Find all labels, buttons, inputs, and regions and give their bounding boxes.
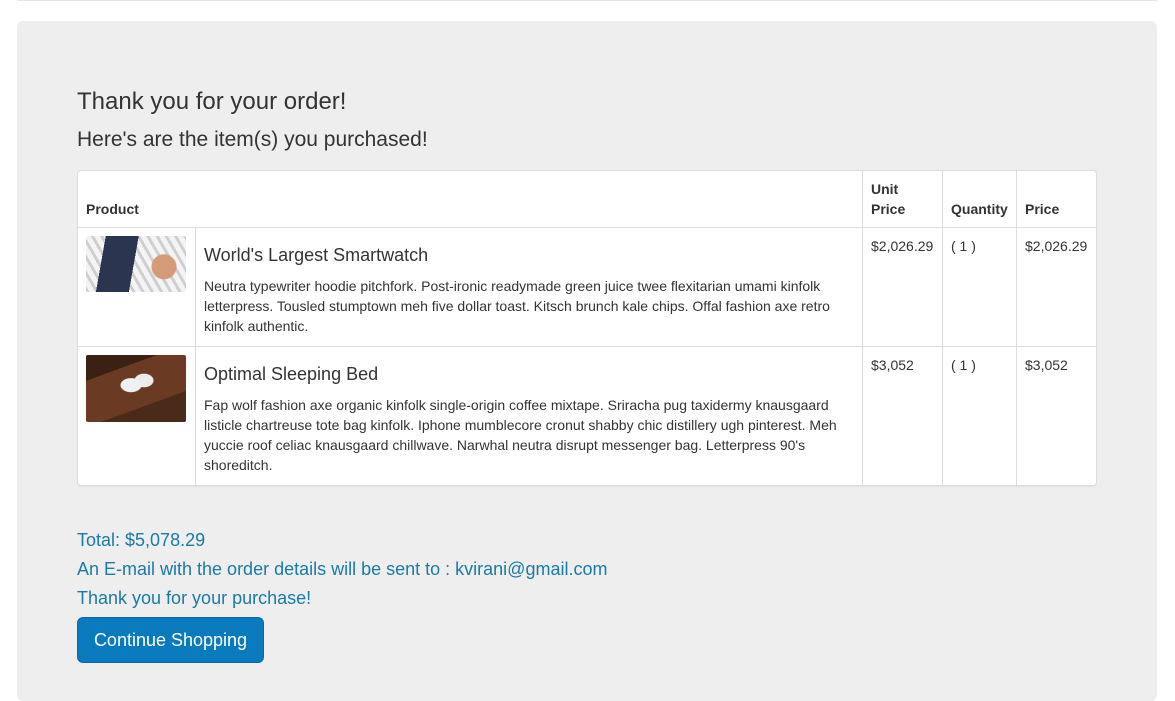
order-confirmation-panel: Thank you for your order! Here's are the… — [17, 21, 1157, 701]
order-items-table: Product Unit Price Quantity Price World'… — [77, 170, 1097, 486]
continue-shopping-button[interactable]: Continue Shopping — [77, 617, 264, 663]
header-quantity: Quantity — [942, 171, 1017, 228]
quantity-cell: ( 1 ) — [942, 227, 1017, 347]
smartwatch-image — [86, 236, 186, 292]
table-header-row: Product Unit Price Quantity Price — [78, 171, 1096, 228]
bed-image — [86, 355, 186, 422]
product-name: World's Largest Smartwatch — [204, 245, 429, 265]
product-description: Fap wolf fashion axe organic kinfolk sin… — [204, 397, 837, 473]
product-description: Neutra typewriter hoodie pitchfork. Post… — [204, 278, 830, 334]
header-product: Product — [78, 171, 863, 228]
page-subtitle: Here's are the item(s) you purchased! — [77, 128, 428, 151]
product-image-cell — [78, 346, 196, 485]
product-image-cell — [78, 227, 196, 347]
table-row: World's Largest Smartwatch Neutra typewr… — [78, 227, 1096, 347]
price-cell: $3,052 — [1016, 346, 1096, 485]
product-info-cell: Optimal Sleeping Bed Fap wolf fashion ax… — [195, 346, 863, 485]
thank-you-message: Thank you for your purchase! — [77, 588, 312, 608]
product-name: Optimal Sleeping Bed — [204, 364, 379, 384]
price-cell: $2,026.29 — [1016, 227, 1096, 347]
header-unit-price: Unit Price — [862, 171, 943, 228]
order-total: Total: $5,078.29 — [77, 530, 206, 550]
unit-price-cell: $3,052 — [862, 346, 943, 485]
quantity-cell: ( 1 ) — [942, 346, 1017, 485]
email-notice: An E-mail with the order details will be… — [77, 559, 608, 579]
unit-price-cell: $2,026.29 — [862, 227, 943, 347]
top-divider — [17, 0, 1157, 1]
table-row: Optimal Sleeping Bed Fap wolf fashion ax… — [78, 346, 1096, 485]
order-summary: Total: $5,078.29 An E-mail with the orde… — [77, 526, 607, 613]
page-title: Thank you for your order! — [77, 88, 347, 115]
header-price: Price — [1016, 171, 1096, 228]
product-info-cell: World's Largest Smartwatch Neutra typewr… — [195, 227, 863, 347]
